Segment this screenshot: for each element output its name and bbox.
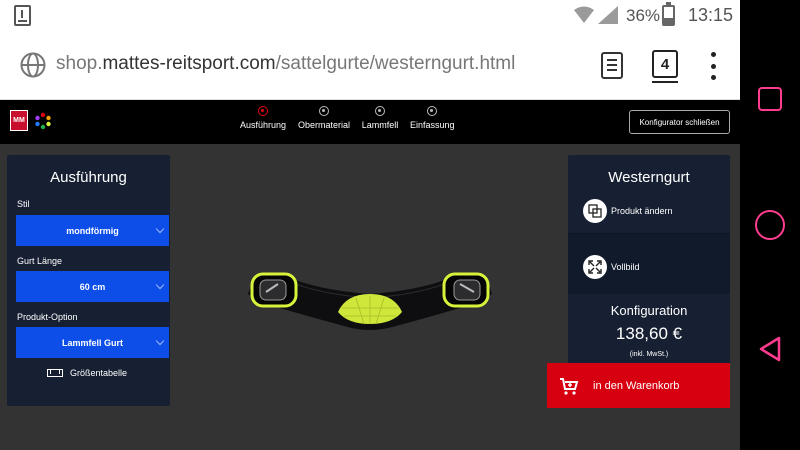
android-navigation-bar: [740, 0, 800, 450]
step-label: Einfassung: [410, 120, 455, 130]
signal-icon: [598, 6, 618, 24]
home-icon: [755, 210, 785, 240]
change-product-label: Produkt ändern: [611, 206, 673, 216]
back-icon: [759, 336, 781, 362]
clock: 13:15: [688, 5, 734, 25]
overflow-menu-icon[interactable]: [708, 52, 718, 80]
panel-title: Ausführung: [50, 169, 127, 186]
step-label: Obermaterial: [297, 120, 351, 130]
fullscreen-button[interactable]: Vollbild: [583, 255, 640, 279]
cart-plus-icon: [560, 377, 579, 395]
step-ausfuehrung[interactable]: Ausführung: [239, 106, 287, 130]
chevron-down-icon: [155, 224, 165, 234]
reader-mode-icon[interactable]: [601, 52, 623, 79]
ruler-icon: [47, 369, 63, 377]
options-panel: Ausführung Stil mondförmig Gurt Länge 60…: [7, 155, 170, 406]
add-to-cart-label: in den Warenkorb: [593, 379, 680, 392]
swap-product-icon: [583, 199, 607, 223]
gurt-laenge-label: Gurt Länge: [17, 256, 63, 266]
chevron-down-icon: [155, 280, 165, 290]
product-preview-image[interactable]: [246, 268, 494, 342]
produkt-option-label: Produkt-Option: [17, 312, 78, 322]
gurt-laenge-value: 60 cm: [79, 281, 106, 292]
step-icon: [375, 106, 385, 116]
step-active-icon: [258, 106, 268, 116]
stil-value: mondförmig: [66, 225, 119, 236]
back-button[interactable]: [740, 319, 800, 379]
size-table-label: Größentabelle: [70, 368, 128, 378]
produkt-option-value: Lammfell Gurt: [61, 337, 123, 348]
step-label: Lammfell: [361, 120, 399, 130]
battery-percent: 36%: [626, 6, 661, 25]
browser-toolbar: shop.mattes-reitsport.com/sattelgurte/we…: [0, 32, 740, 100]
tabs-button[interactable]: 4: [652, 50, 678, 83]
gurt-laenge-select[interactable]: 60 cm: [16, 271, 169, 302]
brand-logo[interactable]: MM: [10, 110, 28, 131]
url-path: /sattelgurte/westerngurt.html: [275, 53, 516, 74]
home-button[interactable]: [740, 195, 800, 255]
step-icon: [427, 106, 437, 116]
step-lammfell[interactable]: Lammfell: [360, 106, 400, 130]
configurator-stage: Ausführung Stil mondförmig Gurt Länge 60…: [0, 144, 740, 450]
recent-apps-button[interactable]: [740, 69, 800, 129]
product-title: Westerngurt: [608, 169, 690, 186]
add-to-cart-button[interactable]: in den Warenkorb: [547, 363, 730, 408]
url-domain: mattes-reitsport.com: [102, 53, 276, 74]
step-icon: [319, 106, 329, 116]
close-configurator-button[interactable]: Konfigurator schließen: [629, 110, 730, 134]
status-bar: 36% 13:15: [0, 0, 740, 32]
configuration-label: Konfiguration: [610, 303, 688, 318]
size-table-link[interactable]: Größentabelle: [47, 368, 127, 378]
url-field[interactable]: shop.mattes-reitsport.com/sattelgurte/we…: [56, 53, 515, 75]
globe-icon[interactable]: [20, 52, 46, 78]
url-prefix: shop.: [56, 53, 103, 74]
download-notification-icon: [14, 5, 31, 26]
step-obermaterial[interactable]: Obermaterial: [297, 106, 351, 130]
chevron-down-icon: [155, 336, 165, 346]
fullscreen-label: Vollbild: [611, 262, 640, 272]
wifi-icon: [574, 6, 594, 23]
color-wheel-icon[interactable]: [34, 112, 52, 130]
stil-select[interactable]: mondförmig: [16, 215, 169, 246]
battery-icon: [662, 2, 675, 26]
summary-panel: Westerngurt Produkt ändern Vollbild Konf…: [568, 155, 730, 367]
recent-apps-icon: [758, 87, 782, 111]
step-einfassung[interactable]: Einfassung: [410, 106, 455, 130]
configurator-header: MM Ausführung Obermaterial Lammfell Einf…: [0, 100, 740, 144]
step-label: Ausführung: [239, 120, 287, 130]
stil-label: Stil: [17, 199, 30, 209]
produkt-option-select[interactable]: Lammfell Gurt: [16, 327, 169, 358]
expand-icon: [583, 255, 607, 279]
vat-note: (inkl. MwSt.): [629, 351, 669, 358]
price: 138,60 €: [615, 324, 683, 343]
change-product-button[interactable]: Produkt ändern: [583, 199, 673, 223]
